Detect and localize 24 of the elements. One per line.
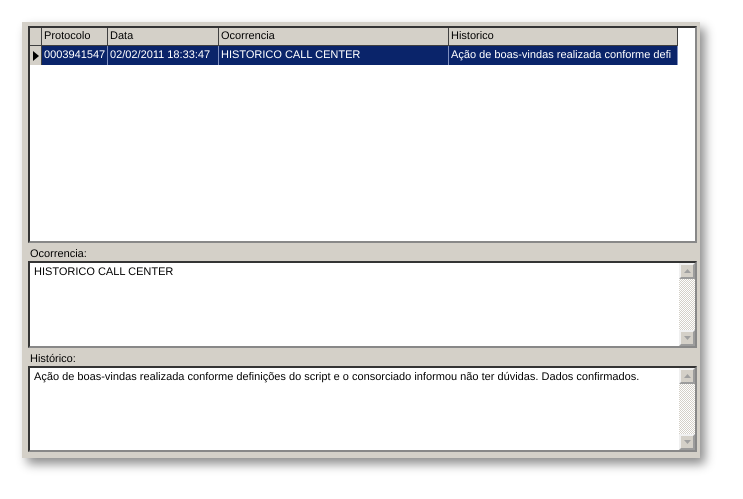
text-area[interactable]: HISTORICO CALL CENTER xyxy=(28,261,697,348)
caret-down-icon xyxy=(684,440,690,444)
column-header[interactable]: Protocolo xyxy=(42,28,108,46)
caret-down-icon xyxy=(684,336,690,340)
table-cell: 02/02/2011 18:33:47 xyxy=(108,46,219,65)
column-header[interactable]: Data xyxy=(108,28,219,46)
scroll-down-button[interactable] xyxy=(679,330,695,346)
caret-up-icon xyxy=(684,374,690,378)
table-cell: 0003941547 xyxy=(42,46,108,65)
header-corner xyxy=(30,28,42,46)
scrollbar[interactable] xyxy=(679,263,695,346)
column-header[interactable]: Ocorrencia xyxy=(219,28,449,46)
column-header[interactable]: Historico xyxy=(449,28,678,46)
table-row[interactable]: 0003941547 02/02/2011 18:33:47 HISTORICO CALL CENTER Ação de boas-vindas realizada conforme defi xyxy=(30,46,695,65)
row-pointer-icon xyxy=(32,50,38,60)
scrollbar[interactable] xyxy=(679,368,695,450)
field-label: Histórico: xyxy=(29,352,77,366)
scroll-down-button[interactable] xyxy=(679,434,695,450)
scroll-up-button[interactable] xyxy=(679,368,695,384)
field-label: Ocorrencia: xyxy=(29,247,88,261)
text-area[interactable]: Ação de boas-vindas realizada conforme definições do script e o consorciado informou não ter dúvidas. Dados confirmados. xyxy=(28,366,697,452)
table-cell: HISTORICO CALL CENTER xyxy=(219,46,449,65)
table-cell: Ação de boas-vindas realizada conforme defi xyxy=(449,46,678,65)
caret-up-icon xyxy=(684,269,690,273)
